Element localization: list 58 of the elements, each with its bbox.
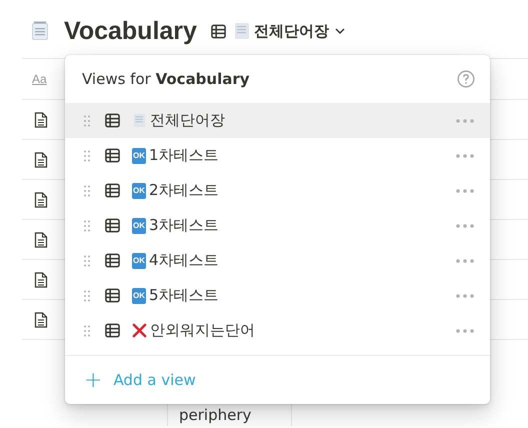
ok-badge-icon: OK xyxy=(132,148,146,164)
more-options-icon[interactable] xyxy=(456,294,474,298)
view-name: 3차테스트 xyxy=(149,216,219,236)
page-icon xyxy=(34,112,48,128)
page-icon xyxy=(34,192,48,208)
view-name: 1차테스트 xyxy=(149,146,219,166)
more-options-icon[interactable] xyxy=(456,118,474,123)
document-emoji-icon xyxy=(132,113,147,128)
table-icon xyxy=(105,253,120,268)
view-item[interactable]: OK 3차테스트 xyxy=(65,208,490,244)
more-options-icon[interactable] xyxy=(456,224,474,228)
page-icon xyxy=(34,152,48,168)
ok-badge-icon: OK xyxy=(132,252,146,269)
drag-handle-icon[interactable] xyxy=(84,254,90,267)
drag-handle-icon[interactable] xyxy=(84,150,90,162)
drag-handle-icon[interactable] xyxy=(84,290,90,302)
view-name: 전체단어장 xyxy=(150,111,225,130)
ok-badge-icon: OK xyxy=(132,218,146,234)
table-icon xyxy=(210,24,226,38)
page-title: Vocabulary xyxy=(64,16,197,46)
cross-mark-icon xyxy=(132,323,147,338)
drag-handle-icon[interactable] xyxy=(84,184,90,197)
view-item[interactable]: OK 5차테스트 xyxy=(65,278,490,314)
table-icon xyxy=(105,218,120,234)
page-icon xyxy=(34,272,48,288)
more-options-icon[interactable] xyxy=(456,188,474,193)
view-name: 4차테스트 xyxy=(149,251,219,270)
drag-handle-icon[interactable] xyxy=(84,324,90,337)
table-cell: periphery xyxy=(179,406,252,424)
more-options-icon[interactable] xyxy=(456,328,474,333)
table-icon xyxy=(105,148,120,164)
chevron-down-icon xyxy=(334,28,345,34)
menu-title: Views for Vocabulary xyxy=(82,70,250,88)
table-icon xyxy=(105,323,120,338)
document-emoji-icon xyxy=(234,22,250,40)
table-icon xyxy=(105,183,120,198)
table-icon xyxy=(105,288,120,304)
view-item[interactable]: OK 4차테스트 xyxy=(65,243,490,278)
view-item[interactable]: 전체단어장 xyxy=(65,103,490,138)
table-icon xyxy=(105,113,120,128)
ok-badge-icon: OK xyxy=(132,182,146,199)
view-item[interactable]: OK 1차테스트 xyxy=(65,138,490,174)
help-icon[interactable] xyxy=(457,70,475,88)
more-options-icon[interactable] xyxy=(456,258,474,263)
view-item[interactable]: OK 2차테스트 xyxy=(65,173,490,208)
page-icon xyxy=(34,312,48,328)
text-property-icon: Aa xyxy=(32,72,47,86)
drag-handle-icon[interactable] xyxy=(84,114,90,127)
view-item[interactable]: 안외워지는단어 xyxy=(65,313,490,348)
view-selector[interactable]: 전체단어장 xyxy=(210,22,345,40)
notepad-icon xyxy=(31,21,49,41)
view-name: 안외워지는단어 xyxy=(150,321,255,340)
drag-handle-icon[interactable] xyxy=(84,220,90,232)
ok-badge-icon: OK xyxy=(132,288,146,304)
more-options-icon[interactable] xyxy=(456,154,474,158)
page-icon xyxy=(34,232,48,248)
view-name: 2차테스트 xyxy=(149,181,219,200)
view-name: 5차테스트 xyxy=(149,286,219,306)
